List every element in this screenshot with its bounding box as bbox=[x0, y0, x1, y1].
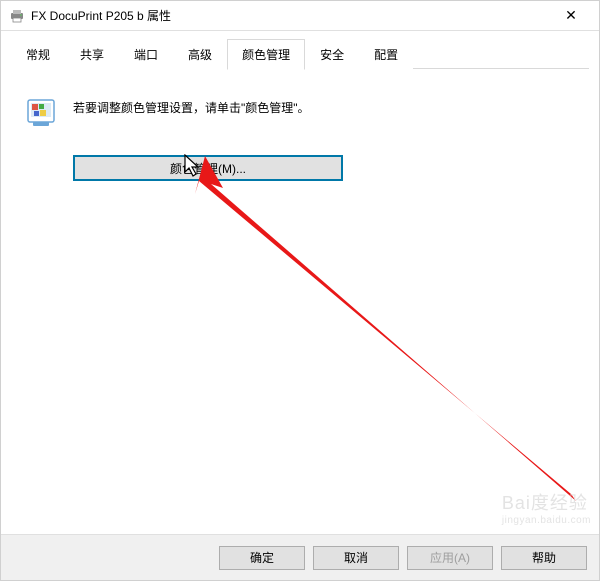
tabstrip: 常规 共享 端口 高级 颜色管理 安全 配置 bbox=[1, 31, 599, 69]
watermark-sub: jingyan.baidu.com bbox=[502, 515, 591, 526]
tab-general[interactable]: 常规 bbox=[11, 39, 65, 69]
help-button[interactable]: 帮助 bbox=[501, 546, 587, 570]
printer-icon bbox=[9, 8, 25, 24]
color-management-button[interactable]: 颜色管理(M)... bbox=[73, 155, 343, 181]
ok-button[interactable]: 确定 bbox=[219, 546, 305, 570]
apply-button[interactable]: 应用(A) bbox=[407, 546, 493, 570]
content-row: 若要调整颜色管理设置，请单击"颜色管理"。 bbox=[25, 97, 575, 129]
tab-content: 若要调整颜色管理设置，请单击"颜色管理"。 颜色管理(M)... bbox=[1, 69, 599, 509]
tab-advanced[interactable]: 高级 bbox=[173, 39, 227, 69]
close-icon: ✕ bbox=[565, 7, 577, 24]
instruction-text: 若要调整颜色管理设置，请单击"颜色管理"。 bbox=[73, 97, 310, 116]
titlebar: FX DocuPrint P205 b 属性 ✕ bbox=[1, 1, 599, 31]
tab-sharing[interactable]: 共享 bbox=[65, 39, 119, 69]
close-button[interactable]: ✕ bbox=[551, 2, 591, 30]
tab-ports[interactable]: 端口 bbox=[119, 39, 173, 69]
cancel-button[interactable]: 取消 bbox=[313, 546, 399, 570]
color-mgmt-button-wrap: 颜色管理(M)... bbox=[73, 155, 575, 181]
tab-security[interactable]: 安全 bbox=[305, 39, 359, 69]
color-management-icon bbox=[25, 97, 57, 129]
tab-color-mgmt[interactable]: 颜色管理 bbox=[227, 39, 305, 70]
window-title: FX DocuPrint P205 b 属性 bbox=[31, 7, 551, 24]
tab-config[interactable]: 配置 bbox=[359, 39, 413, 69]
button-bar: 确定 取消 应用(A) 帮助 bbox=[1, 534, 599, 580]
